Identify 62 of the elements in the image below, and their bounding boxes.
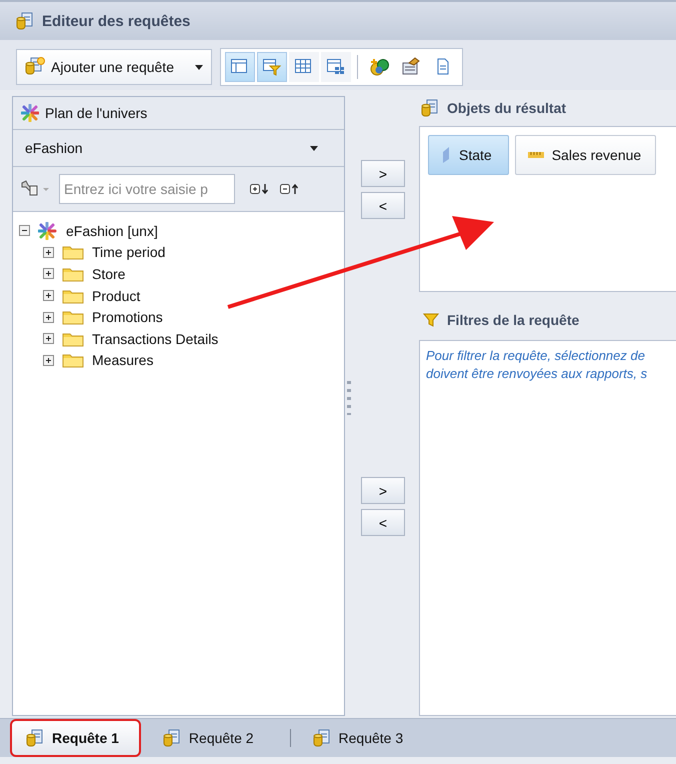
section-title: Filtres de la requête — [447, 312, 580, 328]
properties-icon — [401, 57, 421, 77]
star-icon — [38, 222, 58, 240]
add-query-icon — [25, 57, 45, 77]
result-object[interactable]: Sales revenue — [514, 135, 656, 175]
expand-icon[interactable] — [43, 290, 54, 302]
globe-plus-icon — [369, 57, 389, 77]
add-button[interactable]: > — [361, 477, 405, 504]
caret-icon — [310, 146, 318, 150]
query-tab[interactable]: Requête 3 — [298, 721, 424, 755]
query-icon — [26, 729, 44, 747]
collapse-icon[interactable] — [19, 225, 30, 236]
star-icon — [21, 104, 39, 122]
grid-layout-button[interactable] — [321, 52, 351, 82]
query-icon — [312, 729, 331, 747]
folder-icon — [62, 309, 84, 326]
table-button[interactable] — [289, 52, 319, 82]
window-title: Editeur des requêtes — [42, 12, 190, 30]
tree-item[interactable]: Promotions — [92, 309, 163, 326]
caret-icon — [195, 64, 203, 70]
grid-layout-icon — [326, 57, 346, 77]
hint-text: Pour filtrer la requête, sélectionnez de — [426, 347, 646, 365]
filter-icon — [423, 312, 439, 328]
expand-icon[interactable] — [43, 333, 54, 344]
folder-icon — [62, 352, 84, 368]
tree-item[interactable]: Product — [92, 288, 140, 304]
ruler-icon — [528, 151, 544, 159]
add-query-button[interactable]: Ajouter une requête — [16, 49, 212, 85]
tree-item[interactable]: Transactions Details — [92, 330, 218, 347]
remove-button[interactable]: < — [361, 509, 405, 536]
tree-item[interactable]: Time period — [92, 244, 166, 260]
universe-dropdown[interactable]: eFashion — [13, 130, 344, 167]
expand-all-icon — [249, 182, 271, 196]
panel-title: Plan de l'univers — [45, 105, 148, 121]
folder-icon — [62, 288, 84, 304]
filter-panel-icon — [262, 57, 282, 77]
add-button[interactable]: > — [361, 160, 405, 187]
expand-icon[interactable] — [43, 354, 54, 366]
hint-text: doivent être renvoyées aux rapports, s — [426, 365, 648, 383]
query-tab[interactable]: Requête 1 — [12, 721, 139, 755]
folder-icon — [62, 244, 84, 260]
expand-icon[interactable] — [43, 312, 54, 323]
panel-layout-button[interactable] — [225, 52, 255, 82]
folder-icon — [62, 330, 84, 347]
tree-item[interactable]: Store — [92, 266, 126, 282]
filter-panel-button[interactable] — [257, 52, 287, 82]
remove-button[interactable]: < — [361, 192, 405, 219]
expand-icon[interactable] — [43, 246, 54, 258]
folder-icon — [62, 266, 84, 282]
query-icon — [162, 729, 181, 747]
tree-item[interactable]: eFashion [unx] — [66, 222, 158, 239]
expand-icon[interactable] — [43, 268, 54, 280]
section-title: Objets du résultat — [447, 100, 566, 116]
result-object[interactable]: State — [428, 135, 509, 175]
search-field[interactable]: Entrez ici votre saisie p — [59, 174, 235, 204]
query-tab[interactable]: Requête 2 — [148, 721, 274, 755]
query-icon — [16, 12, 34, 30]
collapse-all-icon — [279, 182, 301, 196]
splitter-grip[interactable] — [347, 381, 351, 415]
query-icon — [421, 99, 439, 117]
tree-item[interactable]: Measures — [92, 352, 154, 368]
dimension-icon — [441, 146, 451, 164]
